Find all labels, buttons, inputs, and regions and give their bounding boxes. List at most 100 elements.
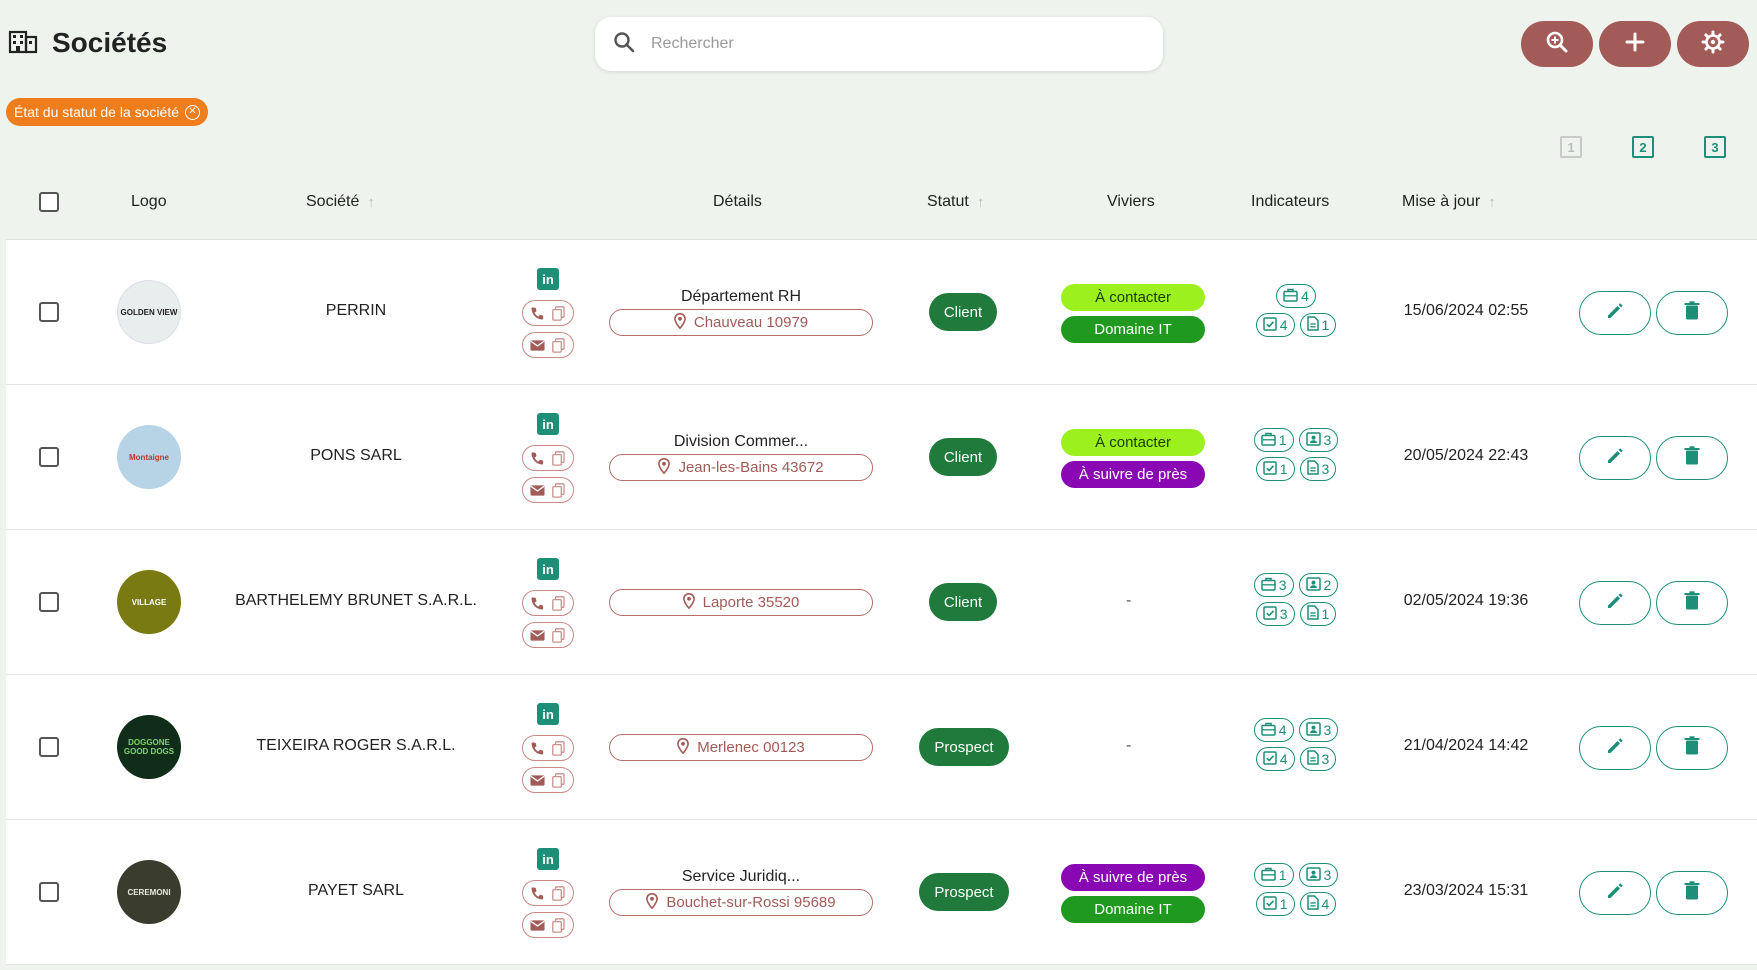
view-2-columns-icon[interactable]: 2 <box>1632 136 1654 158</box>
edit-button[interactable] <box>1579 726 1651 770</box>
phone-icon[interactable] <box>530 450 546 466</box>
indicator-contact[interactable]: 2 <box>1298 573 1339 597</box>
linkedin-icon[interactable]: in <box>537 558 559 580</box>
edit-button[interactable] <box>1579 291 1651 335</box>
table-row[interactable]: DOGGONE GOOD DOGS TEIXEIRA ROGER S.A.R.L… <box>6 675 1757 820</box>
copy-icon[interactable] <box>551 627 567 643</box>
phone-icon[interactable] <box>530 885 546 901</box>
vivier-tag[interactable]: À suivre de près <box>1061 461 1205 488</box>
indicator-briefcase[interactable]: 1 <box>1253 428 1294 452</box>
phone-icon[interactable] <box>530 595 546 611</box>
linkedin-icon[interactable]: in <box>537 703 559 725</box>
table-row[interactable]: CEREMONI PAYET SARL in Service Juridiq..… <box>6 820 1757 965</box>
indicator-contact[interactable]: 3 <box>1298 718 1339 742</box>
settings-button[interactable] <box>1677 21 1749 67</box>
mail-icon[interactable] <box>530 917 546 933</box>
location-pill[interactable]: Merlenec 00123 <box>609 734 873 761</box>
indicator-doc[interactable]: 4 <box>1299 892 1337 916</box>
indicator-briefcase[interactable]: 4 <box>1276 284 1316 308</box>
company-name[interactable]: BARTHELEMY BRUNET S.A.R.L. <box>206 592 506 610</box>
email-pill[interactable] <box>522 912 574 938</box>
indicator-check[interactable]: 1 <box>1255 892 1295 916</box>
column-company[interactable]: Société ↑ <box>306 193 375 211</box>
indicator-check[interactable]: 3 <box>1255 602 1295 626</box>
phone-pill[interactable] <box>522 735 574 761</box>
phone-pill[interactable] <box>522 300 574 326</box>
vivier-tag[interactable]: À contacter <box>1061 284 1205 311</box>
indicator-doc[interactable]: 1 <box>1299 602 1337 626</box>
mail-icon[interactable] <box>530 337 546 353</box>
vivier-tag[interactable]: À suivre de près <box>1061 864 1205 891</box>
add-company-button[interactable] <box>1599 21 1671 67</box>
company-name[interactable]: TEIXEIRA ROGER S.A.R.L. <box>206 737 506 755</box>
copy-icon[interactable] <box>551 337 567 353</box>
indicator-briefcase[interactable]: 4 <box>1253 718 1294 742</box>
email-pill[interactable] <box>522 332 574 358</box>
phone-icon[interactable] <box>530 740 546 756</box>
indicator-contact[interactable]: 3 <box>1298 863 1339 887</box>
delete-button[interactable] <box>1656 291 1728 335</box>
delete-button[interactable] <box>1656 581 1728 625</box>
location-pill[interactable]: Laporte 35520 <box>609 589 873 616</box>
company-name[interactable]: PERRIN <box>206 302 506 320</box>
delete-button[interactable] <box>1656 871 1728 915</box>
copy-icon[interactable] <box>551 772 567 788</box>
indicator-check[interactable]: 4 <box>1255 747 1295 771</box>
copy-icon[interactable] <box>551 885 567 901</box>
indicator-briefcase[interactable]: 1 <box>1253 863 1294 887</box>
email-pill[interactable] <box>522 622 574 648</box>
edit-button[interactable] <box>1579 871 1651 915</box>
delete-button[interactable] <box>1656 436 1728 480</box>
mail-icon[interactable] <box>530 772 546 788</box>
row-checkbox[interactable] <box>39 302 59 322</box>
row-checkbox[interactable] <box>39 882 59 902</box>
location-pill[interactable]: Jean-les-Bains 43672 <box>609 454 873 481</box>
linkedin-icon[interactable]: in <box>537 268 559 290</box>
indicator-contact[interactable]: 3 <box>1298 428 1339 452</box>
mail-icon[interactable] <box>530 482 546 498</box>
view-1-columns-icon[interactable]: 1 <box>1560 136 1582 158</box>
delete-button[interactable] <box>1656 726 1728 770</box>
linkedin-icon[interactable]: in <box>537 848 559 870</box>
copy-icon[interactable] <box>551 450 567 466</box>
indicator-doc[interactable]: 3 <box>1299 457 1337 481</box>
indicator-check[interactable]: 4 <box>1255 313 1295 337</box>
vivier-tag[interactable]: Domaine IT <box>1061 316 1205 343</box>
indicator-briefcase[interactable]: 3 <box>1253 573 1294 597</box>
advanced-search-button[interactable] <box>1521 21 1593 67</box>
table-row[interactable]: Montaigne PONS SARL in Division Commer..… <box>6 385 1757 530</box>
location-pill[interactable]: Bouchet-sur-Rossi 95689 <box>609 889 873 916</box>
linkedin-icon[interactable]: in <box>537 413 559 435</box>
email-pill[interactable] <box>522 477 574 503</box>
row-checkbox[interactable] <box>39 447 59 467</box>
table-row[interactable]: GOLDEN VIEW PERRIN in Département RH Cha… <box>6 240 1757 385</box>
indicator-doc[interactable]: 1 <box>1299 313 1337 337</box>
view-3-columns-icon[interactable]: 3 <box>1704 136 1726 158</box>
column-updated[interactable]: Mise à jour ↑ <box>1402 193 1496 211</box>
company-name[interactable]: PONS SARL <box>206 447 506 465</box>
select-all-checkbox[interactable] <box>39 192 59 212</box>
indicator-doc[interactable]: 3 <box>1299 747 1337 771</box>
mail-icon[interactable] <box>530 627 546 643</box>
edit-button[interactable] <box>1579 581 1651 625</box>
phone-pill[interactable] <box>522 445 574 471</box>
location-pill[interactable]: Chauveau 10979 <box>609 309 873 336</box>
indicator-check[interactable]: 1 <box>1255 457 1295 481</box>
vivier-tag[interactable]: À contacter <box>1061 429 1205 456</box>
search-box[interactable] <box>595 17 1163 71</box>
column-status[interactable]: Statut ↑ <box>927 193 984 211</box>
copy-icon[interactable] <box>551 305 567 321</box>
table-row[interactable]: VILLAGE BARTHELEMY BRUNET S.A.R.L. in La… <box>6 530 1757 675</box>
copy-icon[interactable] <box>551 595 567 611</box>
close-icon[interactable]: ✕ <box>185 104 200 120</box>
vivier-tag[interactable]: Domaine IT <box>1061 896 1205 923</box>
email-pill[interactable] <box>522 767 574 793</box>
phone-icon[interactable] <box>530 305 546 321</box>
filter-chip[interactable]: État du statut de la société ✕ <box>6 98 208 126</box>
copy-icon[interactable] <box>551 740 567 756</box>
copy-icon[interactable] <box>551 917 567 933</box>
search-input[interactable] <box>651 35 1111 53</box>
row-checkbox[interactable] <box>39 592 59 612</box>
phone-pill[interactable] <box>522 590 574 616</box>
copy-icon[interactable] <box>551 482 567 498</box>
